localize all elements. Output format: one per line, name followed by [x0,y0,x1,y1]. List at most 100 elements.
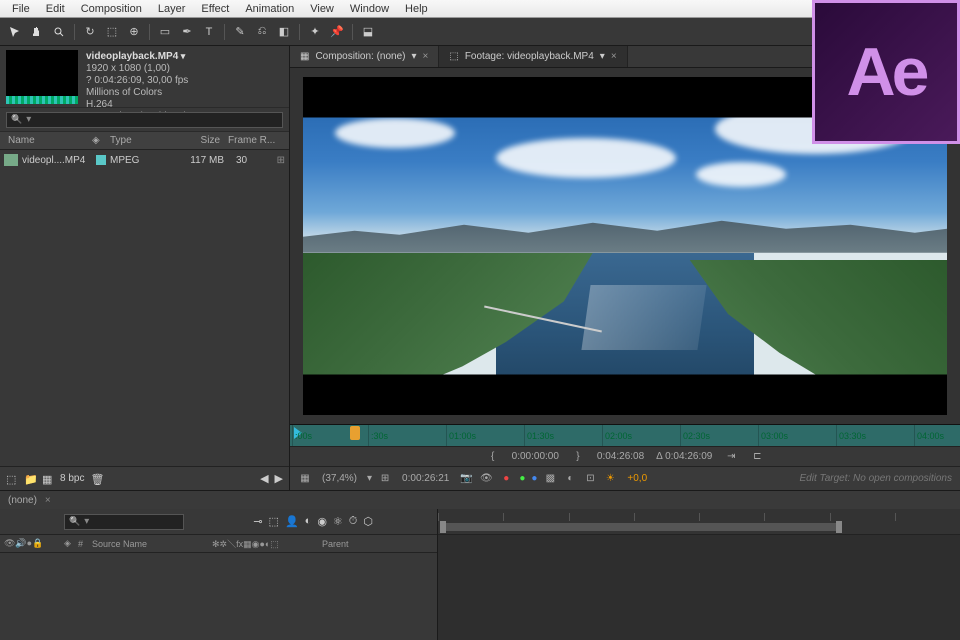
exposure-value[interactable]: +0,0 [623,473,651,484]
timeline-tab[interactable]: (none) × [0,491,960,509]
scroll-right-icon[interactable]: ▶ [275,472,283,485]
timeline-search-input[interactable]: ▾ [64,514,184,530]
ruler-tick: 03:30s [836,425,866,446]
dropdown-icon[interactable]: ▾ [412,51,417,62]
dropdown-icon[interactable]: ▾ [600,51,605,62]
ruler-tick: 04:00s [914,425,944,446]
selection-tool-icon[interactable] [6,23,24,41]
camera-tool-icon[interactable]: ⬚ [103,23,121,41]
resolution-icon[interactable]: ⊞ [378,472,392,486]
separator [299,24,300,40]
work-area-bar[interactable] [442,523,840,531]
exposure-icon[interactable]: ☀ [603,472,617,486]
new-comp-icon[interactable]: ▦ [42,473,54,485]
tab-footage[interactable]: ⬚ Footage: videoplayback.MP4 ▾ × [439,46,627,67]
viewer-time-ruler[interactable]: :00s :30s 01:00s 01:30s 02:00s 02:30s 03… [290,424,960,446]
close-icon[interactable]: × [45,495,51,506]
show-snapshot-icon[interactable]: 👁 [479,472,493,486]
zoom-tool-icon[interactable] [50,23,68,41]
clone-tool-icon[interactable]: ⎌ [253,23,271,41]
pen-tool-icon[interactable]: ✒ [178,23,196,41]
new-folder-icon[interactable]: 📁 [24,473,36,485]
work-area-start-handle[interactable] [440,521,446,533]
comp-mini-flowchart-icon[interactable]: ⊸ [253,515,262,528]
menu-composition[interactable]: Composition [73,2,150,16]
menu-file[interactable]: File [4,2,38,16]
timeline-left: ▾ ⊸ ⬚ 👤 ◐ ◉ ⚛ ⏱ ⬡ 👁🔊●🔒 ◈ # Source Name ✻… [0,509,438,640]
project-search-input[interactable]: ▾ [6,112,283,128]
set-out-icon[interactable]: } [571,450,585,464]
brainstorm-icon[interactable]: ⚛ [333,515,343,528]
col-source[interactable]: Source Name [88,539,208,549]
item-fps: 30 [224,155,247,166]
close-icon[interactable]: × [611,51,617,62]
rotation-tool-icon[interactable]: ↻ [81,23,99,41]
footage-thumbnail[interactable] [6,50,78,104]
out-point[interactable]: 0:04:26:08 [597,451,644,462]
separator [224,24,225,40]
timeline-ruler[interactable] [438,509,960,535]
mask-icon[interactable]: ◐ [563,472,577,486]
interpret-footage-icon[interactable]: ⬚ [6,473,18,485]
frame-blend-icon[interactable]: ◐ [305,515,312,528]
timeline-right[interactable] [438,509,960,640]
menu-window[interactable]: Window [342,2,397,16]
region-icon[interactable]: ⊡ [583,472,597,486]
hand-tool-icon[interactable] [28,23,46,41]
draft3d-icon[interactable]: ⬚ [269,515,279,528]
zoom-level[interactable]: (37,4%) [318,473,361,484]
current-time[interactable]: 0:00:26:21 [398,473,453,484]
label-col-icon: ◈ [60,538,74,549]
brush-tool-icon[interactable]: ✎ [231,23,249,41]
tool-option-icon[interactable]: ⬓ [359,23,377,41]
col-label-icon[interactable]: ◈ [92,135,110,146]
col-size[interactable]: Size [174,135,228,146]
menu-animation[interactable]: Animation [237,2,302,16]
tab-composition[interactable]: ▦ Composition: (none) ▾ × [290,46,439,67]
roto-tool-icon[interactable]: ✦ [306,23,324,41]
in-point[interactable]: 0:00:00:00 [512,451,559,462]
col-type[interactable]: Type [110,135,174,146]
pan-behind-tool-icon[interactable]: ⊕ [125,23,143,41]
type-tool-icon[interactable]: T [200,23,218,41]
snapshot-icon[interactable]: 📷 [459,472,473,486]
eraser-tool-icon[interactable]: ◧ [275,23,293,41]
footage-duration: ? 0:04:26:09, 30,00 fps [86,75,217,87]
ripple-insert-icon[interactable]: ⇥ [724,450,738,464]
menu-help[interactable]: Help [397,2,436,16]
close-icon[interactable]: × [423,51,429,62]
motion-blur-icon[interactable]: ◉ [317,515,327,528]
col-fps[interactable]: Frame R... [228,135,289,146]
menu-edit[interactable]: Edit [38,2,73,16]
channel-icon[interactable]: ● [499,472,513,486]
graph-editor-icon[interactable]: ⏱ [349,515,358,528]
menu-view[interactable]: View [302,2,342,16]
timeline-columns: 👁🔊●🔒 ◈ # Source Name ✻✲＼fx▦◉●◐⬚ Parent [0,535,437,553]
label-color-icon[interactable] [96,155,106,165]
footage-dims: 1920 x 1080 (1,00) [86,63,217,75]
col-switches: ✻✲＼fx▦◉●◐⬚ [208,537,318,550]
flowchart-icon[interactable]: ⊞ [277,155,285,166]
transparency-grid-icon[interactable]: ▩ [543,472,557,486]
footage-name[interactable]: videoplayback.MP4 [86,50,217,63]
menu-layer[interactable]: Layer [150,2,194,16]
col-parent[interactable]: Parent [318,539,353,549]
delete-icon[interactable]: 🗑 [90,473,102,485]
auto-keyframe-icon[interactable]: ⬡ [363,515,373,528]
shy-icon[interactable]: 👤 [285,515,299,528]
set-in-icon[interactable]: { [486,450,500,464]
menu-effect[interactable]: Effect [193,2,237,16]
current-time-marker-icon[interactable] [350,426,360,440]
footage-colors: Millions of Colors [86,87,217,99]
work-area-end-handle[interactable] [836,521,842,533]
col-name[interactable]: Name [0,135,92,146]
scroll-left-icon[interactable]: ◀ [260,472,268,485]
rect-tool-icon[interactable]: ▭ [156,23,174,41]
ruler-tick: 03:00s [758,425,788,446]
bpc-toggle[interactable]: 8 bpc [60,473,84,484]
dropdown-icon[interactable]: ▾ [367,473,372,484]
puppet-tool-icon[interactable]: 📌 [328,23,346,41]
project-item-row[interactable]: videopl....MP4 MPEG 117 MB 30 ⊞ [0,150,289,170]
overlay-edit-icon[interactable]: ⊏ [750,450,764,464]
always-preview-icon[interactable]: ▦ [298,472,312,486]
